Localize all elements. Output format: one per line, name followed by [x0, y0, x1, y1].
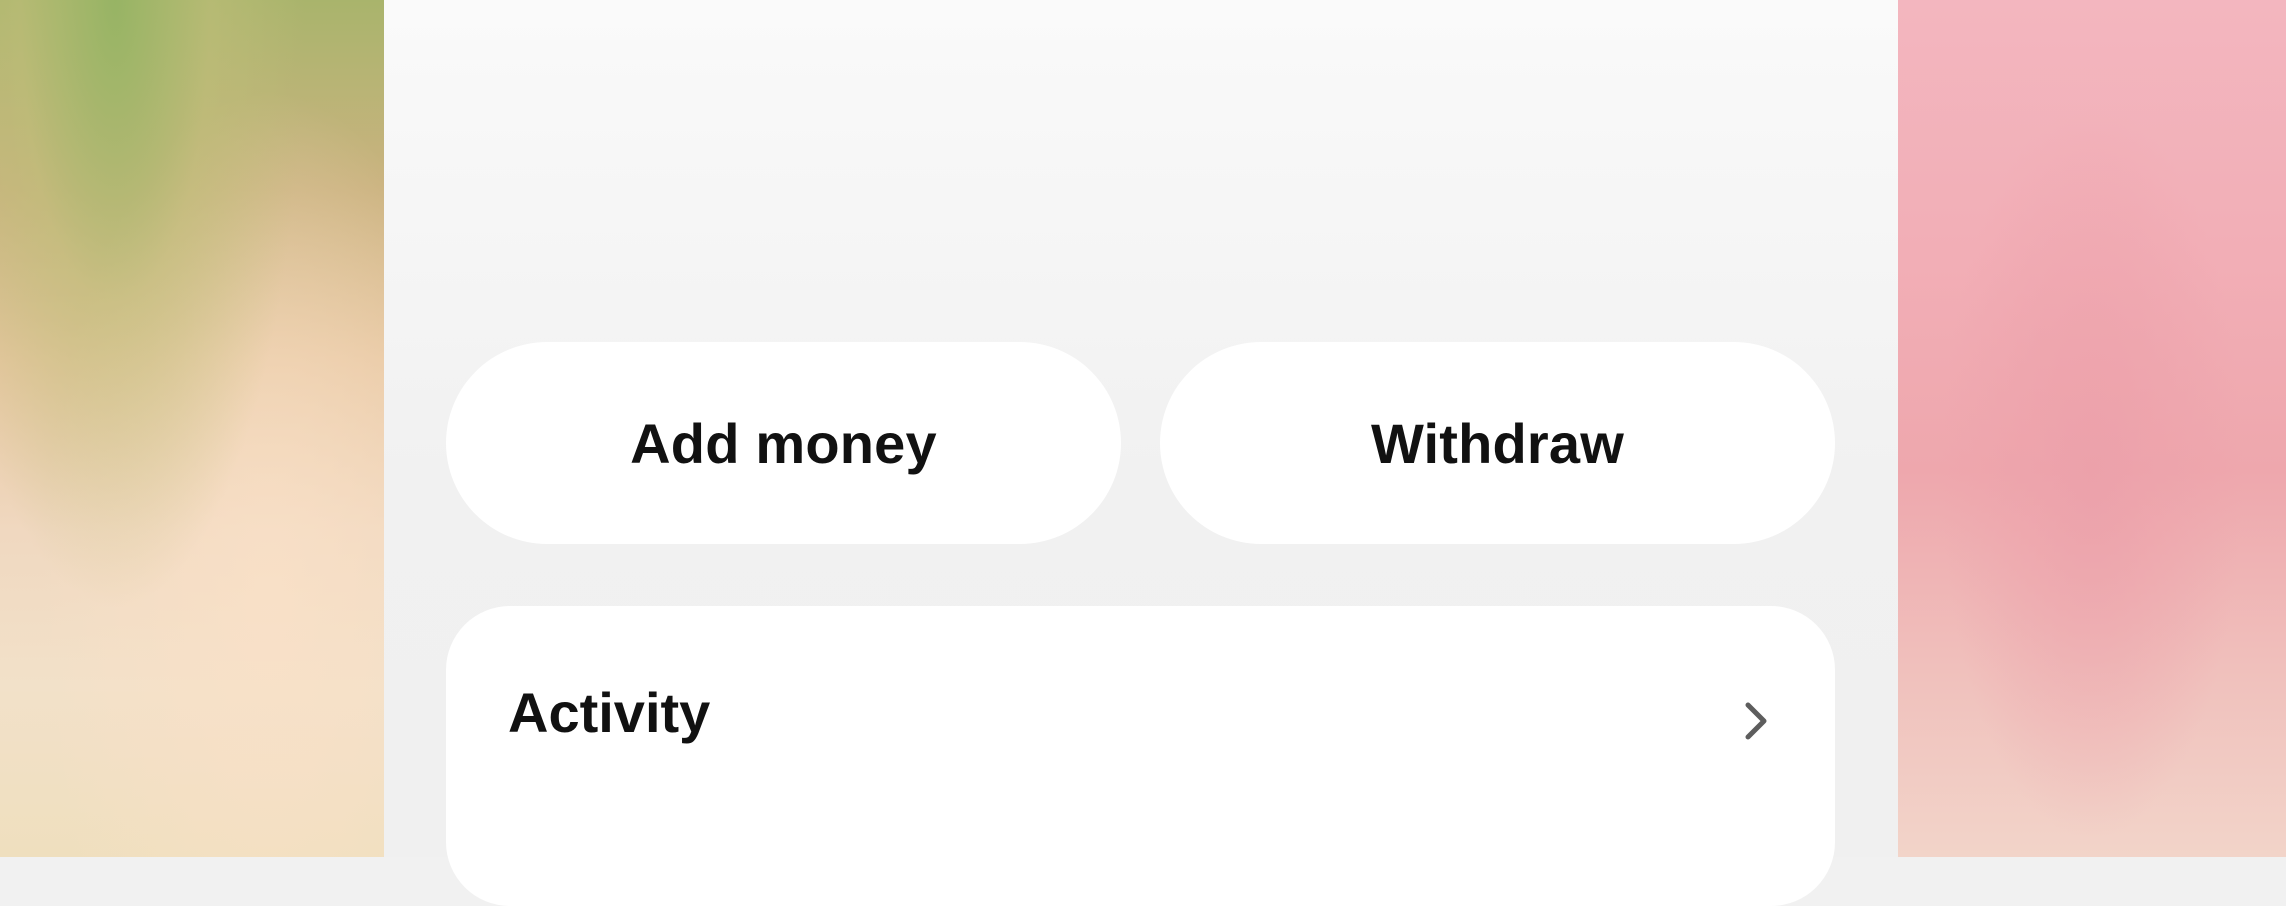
activity-card: Activity [446, 606, 1835, 906]
activity-title: Activity [508, 681, 711, 744]
wallet-panel: Add money Withdraw Activity [384, 0, 1898, 906]
add-money-button[interactable]: Add money [446, 342, 1121, 544]
withdraw-button[interactable]: Withdraw [1160, 342, 1835, 544]
background-right-gradient [1898, 0, 2286, 857]
chevron-right-icon [1745, 702, 1767, 740]
activity-header-link[interactable]: Activity [446, 606, 1835, 826]
wallet-actions: Add money Withdraw [446, 342, 1835, 544]
background-left-gradient [0, 0, 384, 857]
